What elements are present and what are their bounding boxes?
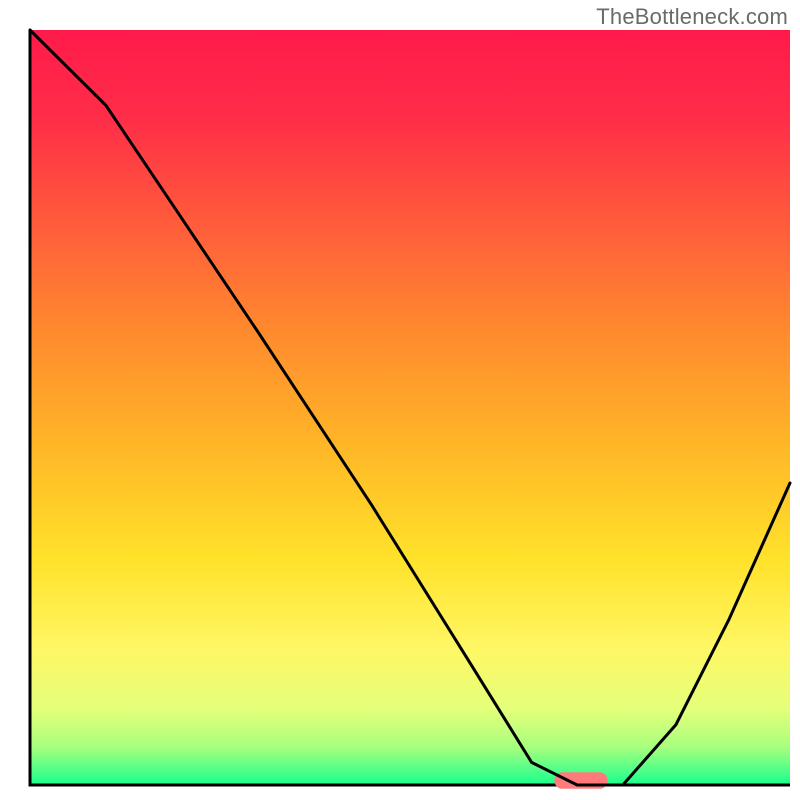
watermark-text: TheBottleneck.com (596, 4, 788, 30)
plot-background (30, 30, 790, 785)
chart-svg (0, 0, 800, 800)
chart-container: TheBottleneck.com (0, 0, 800, 800)
